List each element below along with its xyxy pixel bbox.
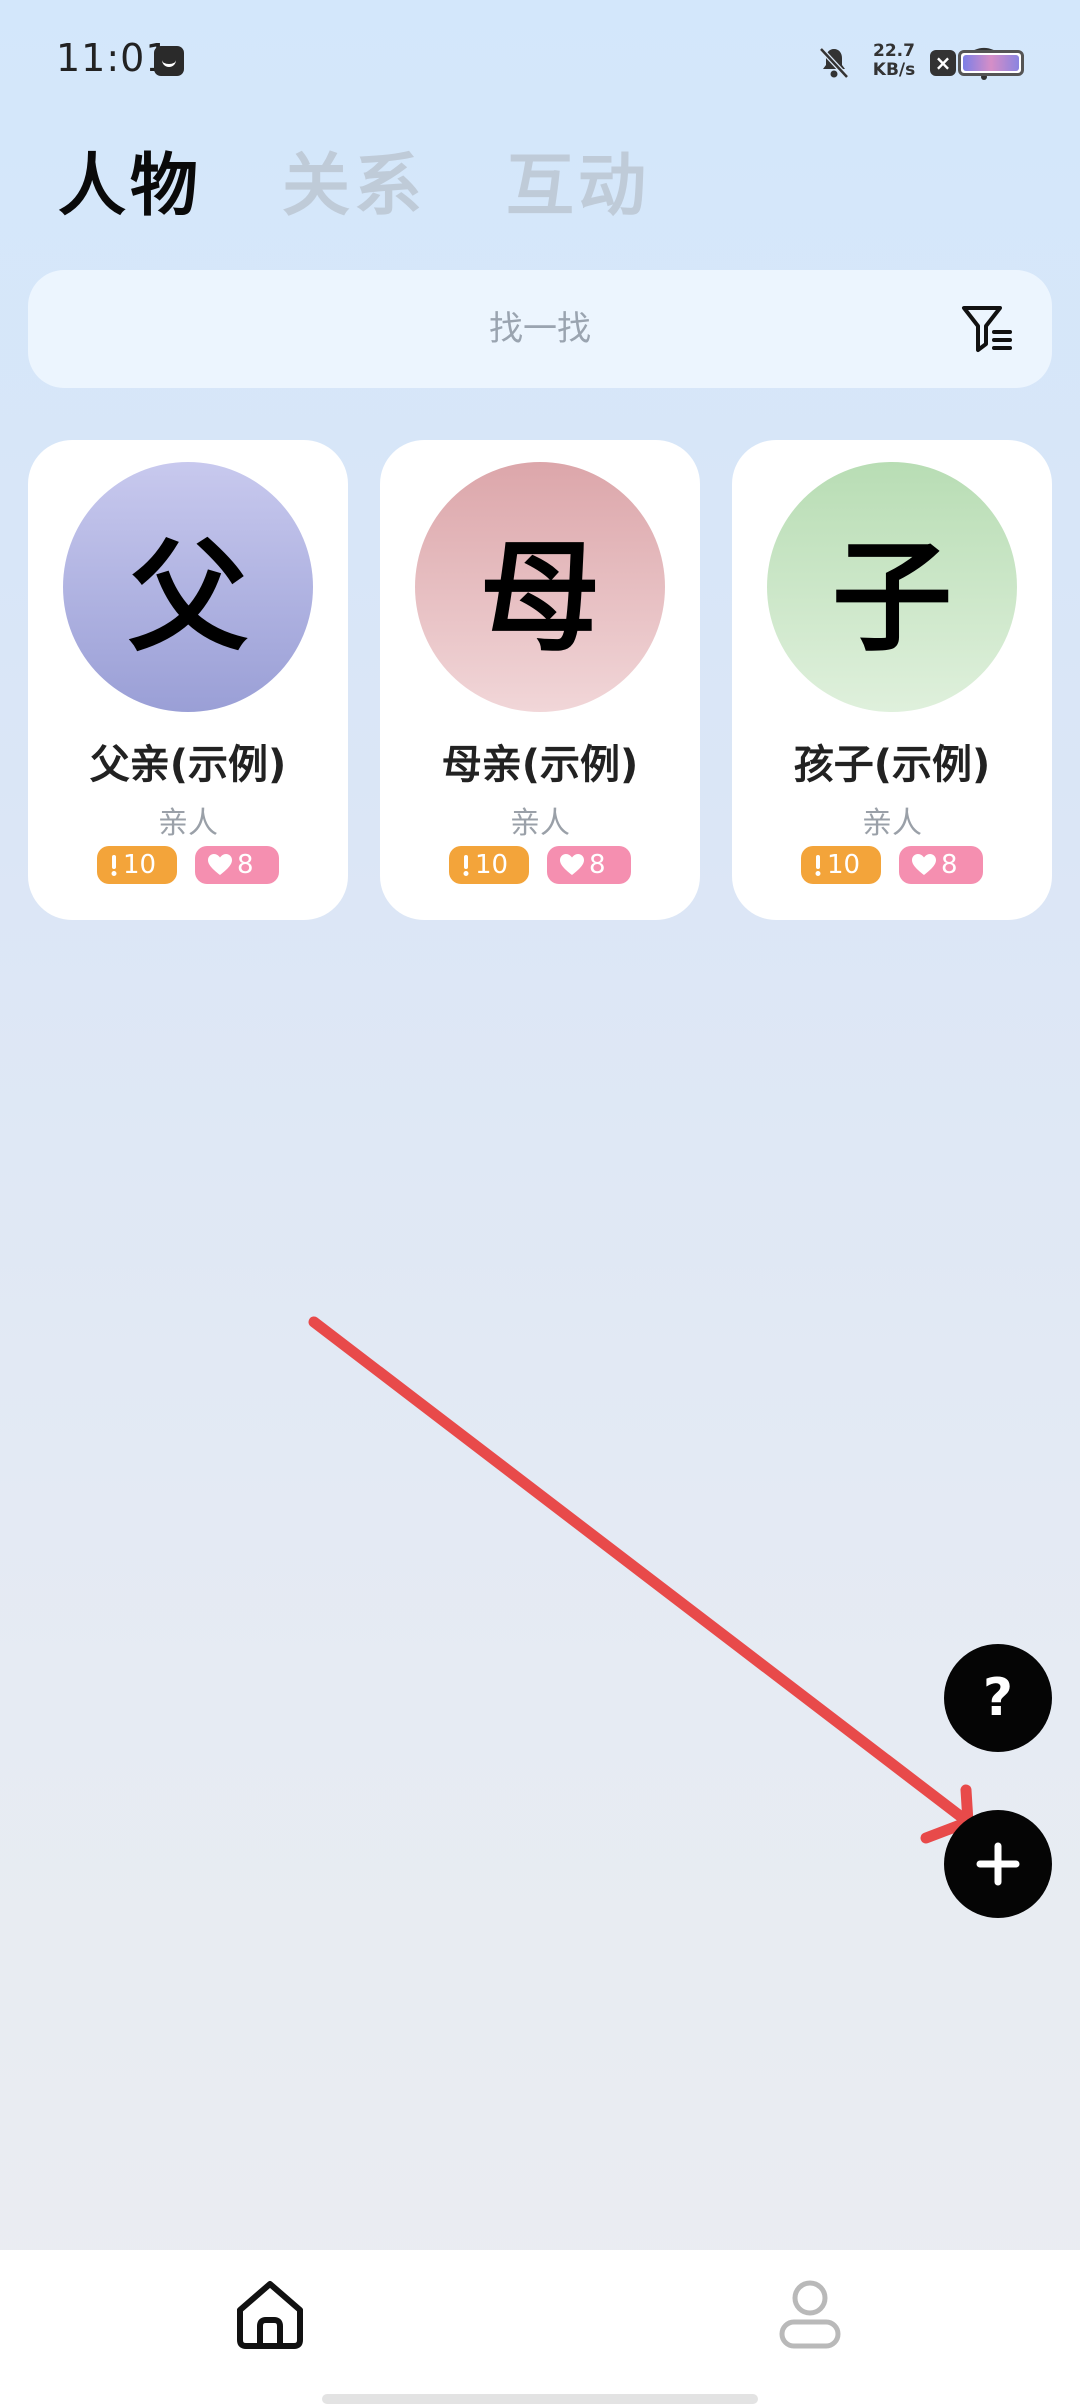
heart-icon — [560, 854, 584, 875]
heart-count-badge: 8 — [195, 846, 279, 884]
add-person-button[interactable] — [944, 1810, 1052, 1918]
bell-mute-icon — [819, 47, 849, 79]
search-bar — [28, 270, 1052, 388]
tab-interactions[interactable]: 互动 — [506, 130, 650, 229]
network-speed: 22.7 KB/s — [872, 41, 916, 80]
filter-icon[interactable] — [958, 300, 1016, 358]
exclamation-icon — [815, 855, 821, 876]
profile-icon[interactable] — [772, 2276, 848, 2352]
person-name: 父亲(示例) — [89, 742, 287, 788]
help-button[interactable]: ? — [944, 1644, 1052, 1752]
person-relation: 亲人 — [862, 806, 922, 841]
person-card-child[interactable]: 子 孩子(示例) 亲人 10 8 — [732, 440, 1052, 920]
tab-relations[interactable]: 关系 — [282, 130, 426, 229]
person-card-list: 父 父亲(示例) 亲人 10 8 母 母亲(示例) 亲人 10 8 子 孩子(示… — [28, 440, 1052, 920]
battery-icon — [958, 50, 1024, 76]
person-card-mother[interactable]: 母 母亲(示例) 亲人 10 8 — [380, 440, 700, 920]
heart-icon — [912, 854, 936, 875]
person-card-father[interactable]: 父 父亲(示例) 亲人 10 8 — [28, 440, 348, 920]
badge-row: 10 8 — [732, 846, 1052, 884]
heart-count-badge: 8 — [547, 846, 631, 884]
exclamation-icon — [463, 855, 469, 876]
badge-row: 10 8 — [28, 846, 348, 884]
tab-people[interactable]: 人物 — [58, 130, 202, 229]
home-indicator — [322, 2394, 758, 2404]
person-relation: 亲人 — [158, 806, 218, 841]
alert-count-badge: 10 — [801, 846, 881, 884]
search-input[interactable] — [28, 270, 1052, 388]
alert-count-badge: 10 — [97, 846, 177, 884]
close-box-icon: × — [930, 50, 956, 76]
avatar: 子 — [767, 462, 1017, 712]
status-bar: 11:01 22.7 KB/s × — [0, 0, 1080, 128]
bottom-nav — [0, 2250, 1080, 2408]
person-name: 母亲(示例) — [441, 742, 639, 788]
heart-count-badge: 8 — [899, 846, 983, 884]
top-tabs: 人物 关系 互动 — [58, 130, 650, 229]
badge-row: 10 8 — [380, 846, 700, 884]
alert-count-badge: 10 — [449, 846, 529, 884]
avatar: 父 — [63, 462, 313, 712]
question-mark-icon: ? — [982, 1668, 1014, 1728]
person-name: 孩子(示例) — [793, 742, 991, 788]
plus-icon — [976, 1842, 1020, 1886]
avatar: 母 — [415, 462, 665, 712]
heart-icon — [208, 854, 232, 875]
person-relation: 亲人 — [510, 806, 570, 841]
app-notification-icon — [154, 46, 184, 76]
home-icon[interactable] — [232, 2276, 308, 2352]
exclamation-icon — [111, 855, 117, 876]
